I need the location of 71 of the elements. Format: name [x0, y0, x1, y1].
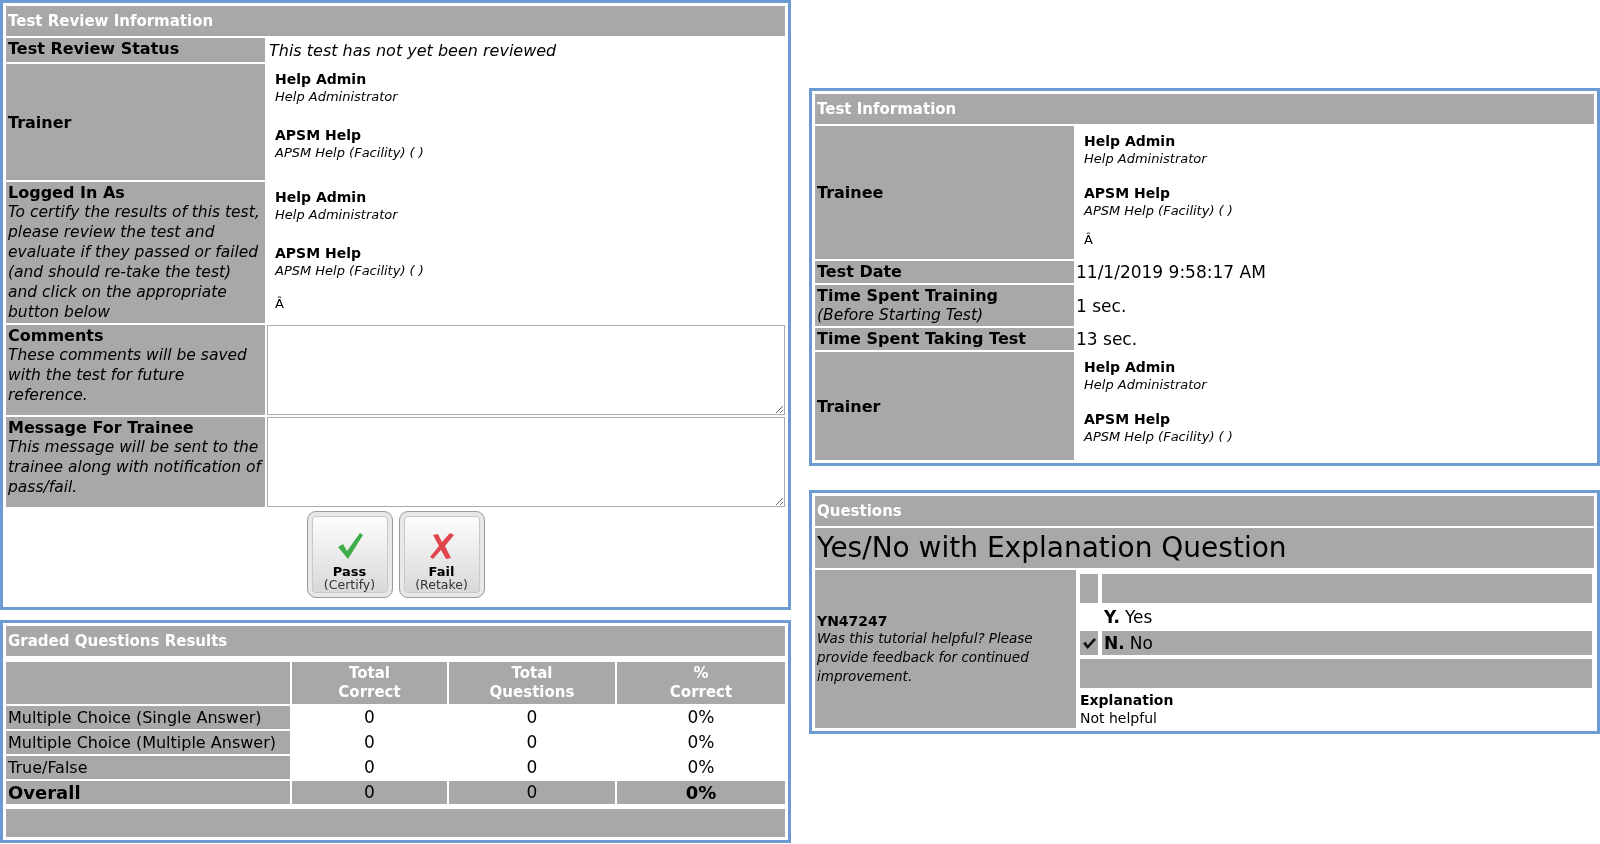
fail-button[interactable]: Fail (Retake) [398, 511, 485, 598]
table-cell-text: 0 [525, 731, 539, 754]
person-name: Help Admin [275, 70, 368, 88]
panel-title: Questions [815, 496, 1594, 526]
question-id: YN47247 [817, 612, 889, 629]
table-cell-text: 0 [363, 756, 376, 779]
person-role: APSM Help (Facility) ( ) [275, 144, 425, 162]
panel-title: Graded Questions Results [6, 626, 785, 656]
row-label: Multiple Choice (Single Answer) [6, 706, 290, 729]
row-label: True/False [6, 756, 290, 779]
table-cell: 0 [292, 781, 447, 804]
person-name: Help Admin [1084, 358, 1177, 376]
row-label: Overall [6, 781, 290, 804]
row-label: Time Spent Taking Test [817, 329, 1027, 348]
table-cell: 0% [617, 781, 785, 804]
person-role: Help Administrator [1084, 150, 1208, 168]
row-note: This message will be sent to the trainee along with notification of pass/fail. [8, 437, 263, 497]
person-name: APSM Help [1084, 410, 1172, 428]
column-header: Total Correct [292, 662, 447, 704]
panel-title: Test Information [815, 94, 1594, 124]
explanation-label: Explanation [1080, 692, 1175, 708]
column-header: Total Questions [449, 662, 615, 704]
person-name: Help Admin [1084, 132, 1177, 150]
person-name: Help Admin [275, 188, 368, 206]
person-name: APSM Help [275, 126, 363, 144]
stray-character: Â [275, 296, 285, 311]
text-area[interactable] [267, 325, 785, 415]
person-role: Help Administrator [275, 206, 399, 224]
question-heading: Yes/No with Explanation Question [815, 528, 1594, 568]
row-label: Logged In As [8, 183, 126, 202]
table-cell-text: 0% [686, 756, 716, 779]
table-cell-text: 0% [686, 706, 716, 729]
choice-option[interactable]: N. No [1102, 631, 1592, 655]
person-name: APSM Help [275, 244, 363, 262]
pass-button[interactable]: Pass (Certify) [306, 511, 393, 598]
person-role: APSM Help (Facility) ( ) [1084, 428, 1234, 446]
choice-option[interactable]: Y. Yes [1102, 605, 1592, 629]
row-label: Test Review Status [8, 39, 181, 58]
value-text: 13 sec. [1076, 329, 1139, 349]
value-text: 1 sec. [1076, 295, 1128, 316]
row-note: These comments will be saved with the test for future reference. [8, 345, 248, 405]
stray-character: Â [1084, 232, 1094, 247]
person-role: APSM Help (Facility) ( ) [275, 262, 425, 280]
person-role: Help Administrator [275, 88, 399, 106]
table-cell-text: 0 [525, 756, 539, 779]
text-area[interactable] [267, 417, 785, 507]
person-role: APSM Help (Facility) ( ) [1084, 202, 1234, 220]
row-label: Message For Trainee [8, 418, 195, 437]
row-label: Comments [8, 326, 105, 345]
table-cell-text: 0 [525, 706, 539, 729]
question-text: Was this tutorial helpful? Please provide feedback for continued improvement. [817, 628, 1034, 686]
row-label: Trainer [8, 112, 73, 132]
value-text: This test has not yet been reviewed [269, 40, 558, 60]
person-name: APSM Help [1084, 184, 1172, 202]
table-cell-text: 0 [363, 731, 376, 754]
value-text: 11/1/2019 9:58:17 AM [1076, 262, 1267, 282]
row-label: Time Spent Training [817, 286, 999, 305]
choice-header-cell [1080, 574, 1098, 603]
row-label: Multiple Choice (Multiple Answer) [6, 731, 290, 754]
person-role: Help Administrator [1084, 376, 1208, 394]
row-note: To certify the results of this test, please review the test and evaluate if they passed or failed (and should re-take the test) and click on the appropriate button below [8, 202, 261, 322]
panel-title: Test Review Information [6, 6, 785, 36]
table-cell-text: 0 [363, 706, 376, 729]
row-label: Test Date [817, 262, 903, 281]
explanation-text: Not helpful [1080, 710, 1158, 728]
row-label: Trainee [817, 183, 885, 202]
row-label: Trainer [817, 396, 882, 416]
column-header: % Correct [617, 662, 785, 704]
table-cell: 0 [449, 781, 615, 804]
table-cell-text: 0% [686, 731, 716, 754]
row-note: (Before Starting Test) [817, 305, 985, 325]
